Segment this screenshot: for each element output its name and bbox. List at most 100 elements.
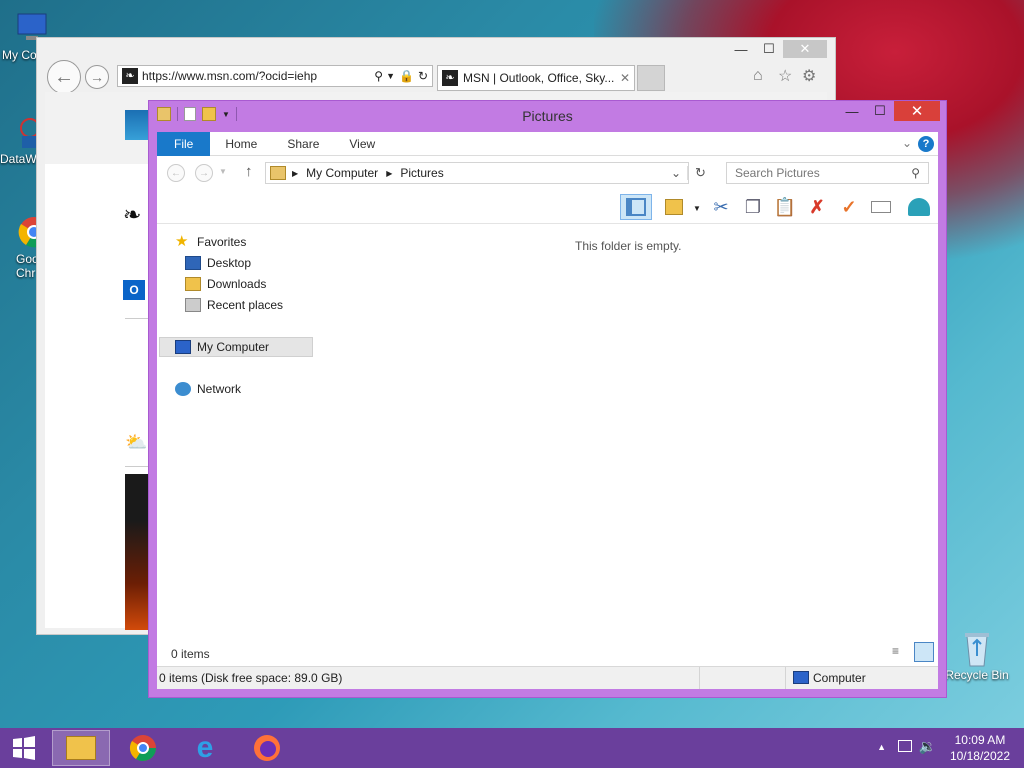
search-icon[interactable]: ⚲ bbox=[374, 69, 383, 83]
nav-recent-places[interactable]: Recent places bbox=[185, 298, 283, 312]
forward-arrow-icon: → bbox=[90, 69, 104, 85]
nav-desktop[interactable]: Desktop bbox=[185, 256, 251, 270]
refresh-icon[interactable]: ↻ bbox=[695, 165, 706, 181]
maximize-button[interactable]: ☐ bbox=[866, 101, 894, 121]
computer-icon bbox=[793, 671, 809, 684]
tab-share[interactable]: Share bbox=[272, 132, 334, 156]
network-status-icon[interactable] bbox=[898, 740, 912, 752]
weather-icon: ⛅ bbox=[125, 432, 148, 452]
recent-places-icon bbox=[185, 298, 201, 312]
msn-favicon-icon: ❧ bbox=[122, 68, 138, 84]
clock-date: 10/18/2022 bbox=[949, 749, 1010, 763]
nav-favorites[interactable]: ★ Favorites bbox=[175, 234, 246, 249]
ribbon-tabs: File Home Share View ⌄ ? bbox=[157, 131, 938, 156]
forward-button[interactable]: → bbox=[195, 164, 213, 182]
delete-button[interactable]: ✗ bbox=[803, 194, 831, 220]
firefox-icon bbox=[254, 735, 280, 761]
details-view-icon[interactable]: ≡ bbox=[892, 644, 910, 660]
folder-check-icon bbox=[665, 199, 683, 215]
close-button[interactable]: ✕ bbox=[783, 40, 827, 58]
chevron-down-icon[interactable]: ⌄ bbox=[665, 166, 688, 180]
system-clock[interactable]: 10:09 AM 10/18/2022 bbox=[950, 732, 1010, 764]
show-hidden-icons-icon[interactable]: ▲ bbox=[877, 742, 886, 752]
window-title: Pictures bbox=[522, 108, 573, 124]
back-button[interactable]: ← bbox=[167, 164, 185, 182]
close-tab-icon[interactable]: ✕ bbox=[620, 71, 630, 85]
taskbar-chrome[interactable] bbox=[114, 730, 172, 766]
address-bar[interactable]: ❧ https://www.msn.com/?ocid=iehp ⚲ ▼ 🔒 ↻ bbox=[117, 65, 433, 87]
new-tab-button[interactable] bbox=[637, 65, 665, 91]
home-icon[interactable]: ⌂ bbox=[753, 67, 763, 85]
up-arrow-icon[interactable]: ↑ bbox=[245, 163, 253, 180]
shell-button[interactable] bbox=[905, 194, 933, 220]
chevron-right-icon[interactable]: ▶ bbox=[292, 169, 298, 178]
rename-button[interactable] bbox=[867, 194, 895, 220]
taskbar: e ▲ 🔉 10:09 AM 10/18/2022 bbox=[0, 728, 1024, 768]
msn-favicon-icon: ❧ bbox=[442, 70, 458, 86]
minimize-button[interactable]: — bbox=[727, 40, 755, 58]
file-explorer-icon bbox=[66, 736, 96, 760]
preview-pane-button[interactable] bbox=[620, 194, 652, 220]
start-button[interactable] bbox=[0, 730, 48, 766]
taskbar-firefox[interactable] bbox=[238, 730, 296, 766]
clipboard-icon: 📋 bbox=[773, 196, 797, 217]
tab-view[interactable]: View bbox=[334, 132, 390, 156]
chevron-right-icon[interactable]: ▶ bbox=[386, 169, 392, 178]
refresh-icon[interactable]: ↻ bbox=[418, 69, 428, 83]
delete-x-icon: ✗ bbox=[809, 196, 825, 217]
recent-locations-icon[interactable]: ▼ bbox=[219, 167, 227, 176]
tab-file[interactable]: File bbox=[157, 131, 211, 156]
shell-icon bbox=[908, 198, 930, 216]
msn-butterfly-icon: ❧ bbox=[123, 202, 142, 227]
properties-button[interactable]: ✓ bbox=[835, 194, 863, 220]
favorites-star-icon[interactable]: ☆ bbox=[778, 66, 792, 86]
copy-icon: ❐ bbox=[744, 196, 762, 217]
dropdown-icon[interactable]: ▼ bbox=[693, 204, 701, 213]
nav-label: My Computer bbox=[197, 340, 270, 354]
minimize-button[interactable]: — bbox=[838, 101, 866, 121]
chrome-icon bbox=[129, 735, 157, 762]
nav-my-computer[interactable]: My Computer bbox=[175, 340, 269, 354]
divider bbox=[785, 667, 786, 689]
search-icon[interactable]: ⚲ bbox=[911, 166, 920, 180]
maximize-button[interactable]: ☐ bbox=[755, 40, 783, 58]
preview-pane-icon bbox=[626, 198, 646, 216]
downloads-folder-icon bbox=[185, 277, 201, 291]
nav-downloads[interactable]: Downloads bbox=[185, 277, 266, 291]
nav-network[interactable]: Network bbox=[175, 382, 241, 396]
paste-button[interactable]: 📋 bbox=[771, 194, 799, 220]
desktop-icon bbox=[185, 256, 201, 270]
copy-button[interactable]: ❐ bbox=[739, 194, 767, 220]
status-location: Computer bbox=[813, 671, 866, 685]
nav-label: Recent places bbox=[207, 298, 284, 312]
items-bar: 0 items ≡ bbox=[157, 639, 938, 665]
tab-msn[interactable]: ❧ MSN | Outlook, Office, Sky... ✕ bbox=[437, 65, 635, 91]
status-text: 0 items (Disk free space: 89.0 GB) bbox=[159, 671, 343, 685]
breadcrumb-my-computer[interactable]: My Computer bbox=[306, 166, 378, 180]
search-input[interactable]: Search Pictures ⚲ bbox=[726, 162, 929, 184]
desktop-icon-recycle-bin[interactable]: Recycle Bin bbox=[944, 630, 1010, 682]
window-controls: — ☐ ✕ bbox=[727, 40, 827, 58]
tab-home[interactable]: Home bbox=[210, 132, 272, 156]
explorer-title-bar[interactable]: ▼ Pictures — ☐ ✕ bbox=[149, 101, 946, 131]
breadcrumb-pictures[interactable]: Pictures bbox=[400, 166, 443, 180]
large-icons-view-icon[interactable] bbox=[914, 642, 934, 662]
expand-ribbon-icon[interactable]: ⌄ bbox=[902, 136, 912, 150]
cut-button[interactable]: ✂ bbox=[707, 194, 735, 220]
forward-button[interactable]: → bbox=[85, 65, 109, 89]
folder-options-button[interactable] bbox=[660, 194, 688, 220]
taskbar-file-explorer[interactable] bbox=[52, 730, 110, 766]
dropdown-icon[interactable]: ▼ bbox=[386, 71, 395, 81]
computer-icon bbox=[175, 340, 191, 354]
volume-icon[interactable]: 🔉 bbox=[919, 738, 936, 755]
breadcrumb[interactable]: ▶ My Computer ▶ Pictures ⌄ bbox=[265, 162, 689, 184]
file-explorer-window[interactable]: ▼ Pictures — ☐ ✕ File Home Share View ⌄ … bbox=[148, 100, 947, 698]
explorer-body: File Home Share View ⌄ ? ← → ▼ ↑ ▶ My Co… bbox=[157, 131, 938, 689]
recycle-bin-icon bbox=[959, 630, 995, 667]
close-button[interactable]: ✕ bbox=[894, 101, 940, 121]
help-icon[interactable]: ? bbox=[918, 136, 934, 152]
settings-gear-icon[interactable]: ⚙ bbox=[802, 66, 816, 86]
taskbar-internet-explorer[interactable]: e bbox=[176, 730, 234, 766]
navigation-bar: ← → ▼ ↑ ▶ My Computer ▶ Pictures ⌄ ↻ Sea… bbox=[157, 158, 938, 188]
back-button[interactable]: ← bbox=[47, 60, 81, 94]
